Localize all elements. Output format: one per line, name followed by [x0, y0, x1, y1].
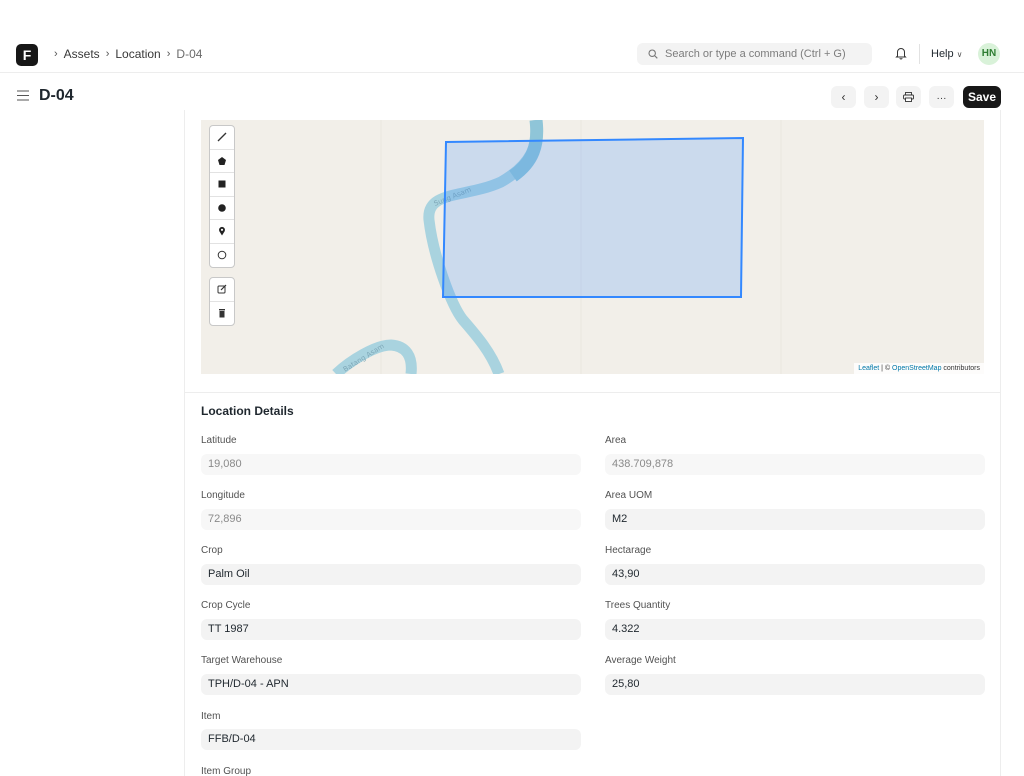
search-input[interactable]: Search or type a command (Ctrl + G) [637, 43, 872, 65]
longitude-field[interactable]: 72,896 [201, 509, 581, 530]
prev-button[interactable]: ‹ [831, 86, 856, 108]
delete-icon [219, 309, 225, 318]
app-logo[interactable]: F [16, 44, 38, 66]
rectangle-icon [218, 180, 226, 188]
average-weight-label: Average Weight [605, 655, 676, 666]
draw-marker-button[interactable] [210, 220, 234, 244]
save-button[interactable]: Save [963, 86, 1001, 108]
trees-quantity-field[interactable]: 4.322 [605, 619, 985, 640]
edit-layers-button[interactable] [210, 278, 234, 302]
more-menu-button[interactable]: ··· [929, 86, 954, 108]
item-group-label: Item Group [201, 766, 252, 776]
bell-icon[interactable] [895, 46, 907, 60]
area-uom-field[interactable]: M2 [605, 509, 985, 530]
crop-label: Crop [201, 545, 223, 556]
edit-toolbar [209, 277, 235, 326]
crop-cycle-label: Crop Cycle [201, 600, 251, 611]
crop-cycle-field[interactable]: TT 1987 [201, 619, 581, 640]
help-dropdown[interactable]: Help ∨ [931, 48, 962, 60]
item-field[interactable]: FFB/D-04 [201, 729, 581, 750]
trees-quantity-label: Trees Quantity [605, 600, 671, 611]
item-label: Item [201, 711, 221, 722]
attribution-separator: | © [879, 365, 893, 372]
attribution-suffix: contributors [941, 365, 980, 372]
search-placeholder: Search or type a command (Ctrl + G) [665, 48, 846, 60]
map-canvas[interactable]: Sung Asam Batang Asam [201, 120, 984, 374]
breadcrumb-assets[interactable]: Assets [64, 47, 100, 61]
next-button[interactable]: › [864, 86, 889, 108]
map-attribution: Leaflet | © OpenStreetMap contributors [854, 363, 984, 374]
area-label: Area [605, 435, 627, 446]
navbar: F › Assets › Location › D-04 Search or t… [0, 36, 1024, 73]
circlemarker-icon [217, 250, 227, 260]
printer-icon [903, 92, 914, 102]
crop-field[interactable]: Palm Oil [201, 564, 581, 585]
polygon-icon [218, 156, 226, 165]
latitude-label: Latitude [201, 435, 237, 446]
edit-icon [217, 284, 227, 294]
navbar-divider [919, 44, 920, 64]
draw-circle-button[interactable] [210, 197, 234, 220]
draw-polyline-button[interactable] [210, 126, 234, 150]
drawn-rectangle-shape[interactable] [441, 136, 745, 298]
average-weight-field[interactable]: 25,80 [605, 674, 985, 695]
hamburger-icon[interactable] [17, 90, 29, 101]
section-title: Location Details [201, 404, 294, 418]
print-button[interactable] [896, 86, 921, 108]
chevron-right-icon: › [54, 48, 58, 60]
form-card: Sung Asam Batang Asam [184, 110, 1001, 776]
draw-toolbar [209, 125, 235, 268]
circle-icon [218, 203, 226, 212]
hectarage-field[interactable]: 43,90 [605, 564, 985, 585]
polyline-icon [217, 132, 227, 142]
draw-circlemarker-button[interactable] [210, 244, 234, 268]
chevron-down-icon: ∨ [956, 50, 963, 59]
delete-layers-button[interactable] [210, 302, 234, 326]
longitude-label: Longitude [201, 490, 245, 501]
leaflet-link[interactable]: Leaflet [858, 365, 879, 372]
breadcrumb-location[interactable]: Location [115, 47, 160, 61]
ellipsis-icon: ··· [936, 93, 947, 104]
target-warehouse-field[interactable]: TPH/D-04 - APN [201, 674, 581, 695]
chevron-right-icon: › [105, 48, 110, 60]
section-divider [185, 392, 1000, 393]
page-title: D-04 [39, 87, 74, 104]
breadcrumb-current: D-04 [176, 47, 203, 61]
area-field[interactable]: 438.709,878 [605, 454, 985, 475]
chevron-left-icon: ‹ [841, 90, 846, 104]
marker-icon [219, 227, 225, 236]
chevron-right-icon: › [166, 48, 171, 60]
chevron-right-icon: › [874, 90, 879, 104]
osm-link[interactable]: OpenStreetMap [892, 365, 941, 372]
draw-polygon-button[interactable] [210, 150, 234, 173]
target-warehouse-label: Target Warehouse [201, 655, 283, 666]
area-uom-label: Area UOM [605, 490, 653, 501]
map-widget[interactable]: Sung Asam Batang Asam [201, 120, 984, 374]
help-label: Help [931, 48, 954, 60]
draw-rectangle-button[interactable] [210, 173, 234, 197]
hectarage-label: Hectarage [605, 545, 652, 556]
avatar[interactable]: HN [978, 43, 1000, 65]
latitude-field[interactable]: 19,080 [201, 454, 581, 475]
breadcrumb: › Assets › Location › D-04 [48, 47, 202, 61]
search-icon [648, 49, 658, 59]
